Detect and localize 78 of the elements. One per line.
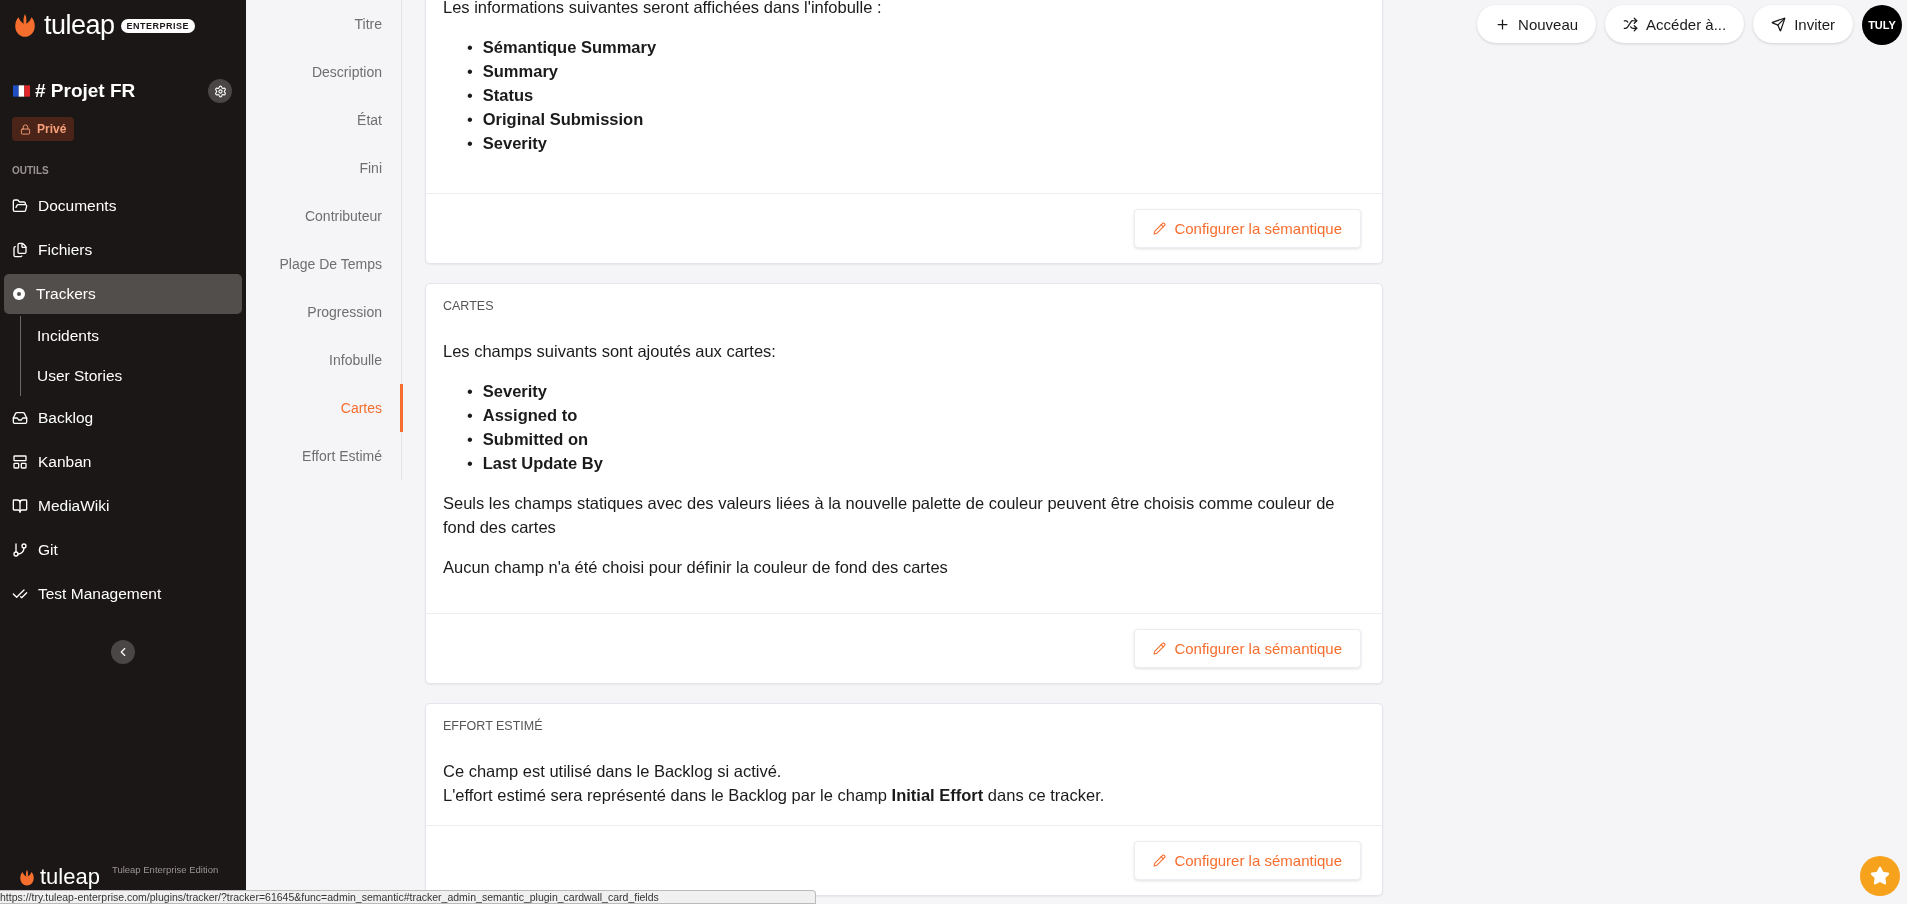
field-list-item: Severity bbox=[482, 381, 547, 402]
bullet: • bbox=[467, 453, 473, 474]
field-list-item: Severity bbox=[482, 133, 547, 154]
card-title: EFFORT ESTIMÉ bbox=[442, 717, 544, 733]
sidebar-item[interactable]: Test Management bbox=[4, 574, 242, 614]
branch-icon bbox=[12, 542, 28, 558]
bullet: • bbox=[467, 429, 473, 450]
bullet: • bbox=[467, 405, 473, 426]
semantic-nav-item[interactable]: Titre bbox=[246, 0, 403, 48]
folder-icon bbox=[12, 198, 28, 214]
lock-icon bbox=[20, 123, 31, 135]
sidebar-subitem[interactable]: Incidents bbox=[21, 316, 246, 356]
status-url: https://try.tuleap-enterprise.com/plugins/tracker/?tracker=61645&func=admin_semantic#tracker_admin_semantic_plugin_cardwall_card_fields bbox=[0, 890, 816, 904]
sidebar-subitem[interactable]: User Stories bbox=[21, 356, 246, 396]
bullet: • bbox=[467, 61, 473, 82]
inbox-icon bbox=[12, 410, 28, 426]
collapse-button[interactable] bbox=[111, 640, 135, 664]
field-list-item: Sémantique Summary bbox=[482, 37, 657, 58]
settings-button[interactable] bbox=[208, 79, 232, 103]
tulip-logo-icon bbox=[18, 869, 36, 887]
send-icon bbox=[1771, 16, 1787, 32]
star-icon bbox=[1870, 866, 1890, 886]
paragraph: Seuls les champs statiques avec des valeurs liées à la nouvelle palette de couleur peuvent être choisis comme couleur de fond des cartes bbox=[443, 493, 1336, 538]
semantic-nav-item[interactable]: Effort Estimé bbox=[246, 432, 403, 480]
sidebar-item[interactable]: Kanban bbox=[4, 442, 242, 482]
top-action-button[interactable]: Inviter bbox=[1753, 5, 1853, 43]
semantic-nav-item[interactable]: Fini bbox=[246, 144, 403, 192]
semantic-nav-item[interactable]: Contributeur bbox=[246, 192, 403, 240]
sidebar-item[interactable]: MediaWiki bbox=[4, 486, 242, 526]
settings-icon bbox=[213, 84, 227, 98]
pencil-icon bbox=[1153, 642, 1167, 655]
field-list-item: Assigned to bbox=[482, 405, 578, 426]
paragraph: Les champs suivants sont ajoutés aux cartes: bbox=[443, 341, 777, 362]
layout-icon bbox=[12, 454, 28, 470]
field-list-item: Status bbox=[482, 85, 534, 106]
flag-icon bbox=[13, 85, 30, 97]
logo-text: tuleap bbox=[44, 10, 115, 41]
field-list-item: Summary bbox=[482, 61, 558, 82]
top-action-button[interactable]: Nouveau bbox=[1477, 5, 1597, 43]
target-icon bbox=[12, 287, 26, 301]
bullet: • bbox=[467, 133, 473, 154]
semantic-nav-item[interactable]: État bbox=[246, 96, 403, 144]
user-avatar[interactable]: TULY bbox=[1862, 5, 1902, 45]
semantic-nav-item[interactable]: Progression bbox=[246, 288, 403, 336]
shuffle-icon bbox=[1623, 16, 1639, 32]
card-title: CARTES bbox=[442, 298, 495, 313]
sidebar-item[interactable]: Fichiers bbox=[4, 230, 242, 270]
project-name[interactable]: # Projet FR bbox=[35, 80, 136, 102]
semantic-nav-item[interactable]: Description bbox=[246, 48, 403, 96]
bullet: • bbox=[467, 109, 473, 130]
semantic-nav-item[interactable]: Infobulle bbox=[246, 336, 403, 384]
files-icon bbox=[12, 242, 28, 258]
edition-text: Tuleap Enterprise Edition bbox=[111, 864, 219, 875]
field-list-item: Last Update By bbox=[482, 453, 603, 474]
footer-logo-text: tuleap bbox=[40, 866, 100, 888]
section-label: OUTILS bbox=[11, 164, 50, 178]
top-action-button[interactable]: Accéder à... bbox=[1605, 5, 1745, 43]
semantic-nav-item[interactable]: Plage De Temps bbox=[246, 240, 403, 288]
paragraph: Aucun champ n'a été choisi pour définir la couleur de fond des cartes bbox=[443, 557, 949, 578]
field-list-item: Original Submission bbox=[482, 109, 644, 130]
pencil-icon bbox=[1153, 222, 1167, 235]
paragraph-line: L'effort estimé sera représenté dans le Backlog par le champ Initial Effort dans ce tracker. bbox=[443, 785, 1106, 806]
bullet: • bbox=[467, 381, 473, 402]
sidebar-item[interactable]: Backlog bbox=[4, 398, 242, 438]
edition-badge: ENTERPRISE bbox=[120, 18, 196, 33]
field-list-item: Submitted on bbox=[482, 429, 589, 450]
sidebar-item[interactable]: Git bbox=[4, 530, 242, 570]
sidebar-item[interactable]: Documents bbox=[4, 186, 242, 226]
pencil-icon bbox=[1153, 854, 1167, 867]
paragraph: Les informations suivantes seront affichées dans l'infobulle : bbox=[443, 0, 883, 18]
tulip-logo-icon bbox=[12, 12, 38, 39]
plus-icon bbox=[1495, 16, 1511, 32]
privacy-badge: Privé bbox=[12, 117, 75, 141]
paragraph-line: Ce champ est utilisé dans le Backlog si activé. bbox=[443, 761, 783, 782]
bullet: • bbox=[467, 37, 473, 58]
bullet: • bbox=[467, 85, 473, 106]
book-icon bbox=[12, 498, 28, 514]
sidebar-item[interactable]: Trackers bbox=[4, 274, 242, 314]
